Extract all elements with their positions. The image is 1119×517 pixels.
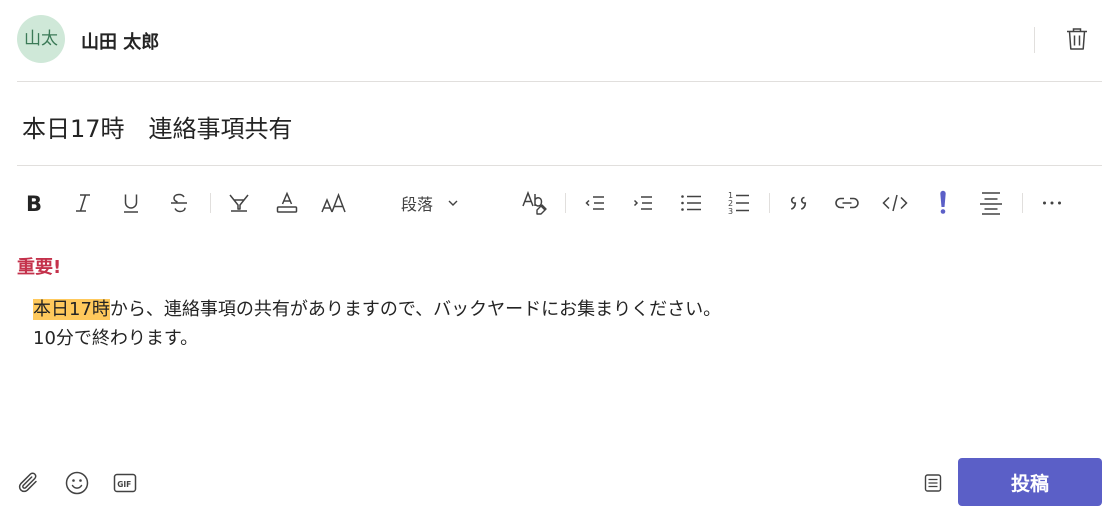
italic-icon [76, 194, 90, 212]
more-options-button[interactable] [1034, 184, 1070, 222]
message-body[interactable]: 本日17時から、連絡事項の共有がありますので、バックヤードにお集まりください。 … [33, 295, 721, 353]
message-text: から、連絡事項の共有がありますので、バックヤードにお集まりください。 [109, 299, 722, 320]
message-line: 本日17時から、連絡事項の共有がありますので、バックヤードにお集まりください。 [33, 295, 721, 324]
header-divider [1034, 27, 1035, 53]
attach-button[interactable] [14, 468, 44, 498]
paperclip-icon [18, 472, 37, 493]
paragraph-format-dropdown[interactable]: 段落 [401, 184, 459, 222]
highlighted-text: 本日17時 [33, 299, 110, 320]
bold-icon: B [26, 192, 42, 215]
highlight-button[interactable] [221, 184, 257, 222]
more-icon [1043, 201, 1061, 205]
decrease-indent-button[interactable] [577, 184, 613, 222]
avatar: 山太 [17, 15, 65, 63]
font-color-button[interactable] [269, 184, 305, 222]
italic-button[interactable] [65, 184, 101, 222]
paragraph-format-label: 段落 [401, 195, 434, 214]
delete-button[interactable] [1063, 25, 1091, 53]
font-color-icon [276, 191, 298, 213]
link-icon [835, 197, 859, 209]
toolbar-separator [210, 193, 211, 213]
svg-text:GIF: GIF [117, 480, 131, 489]
svg-text:3: 3 [728, 207, 733, 216]
align-icon [980, 192, 1002, 215]
importance-label: 重要! [17, 257, 62, 278]
spell-check-icon [522, 190, 547, 215]
bullet-list-icon [681, 195, 701, 211]
numbered-list-icon: 123 [728, 191, 749, 216]
align-button[interactable] [973, 184, 1009, 222]
emoji-icon [65, 471, 89, 495]
message-line: 10分で終わります。 [33, 328, 199, 349]
important-button[interactable] [925, 184, 961, 222]
divider [17, 165, 1102, 166]
link-button[interactable] [829, 184, 865, 222]
code-icon [882, 194, 908, 212]
strikethrough-button[interactable] [161, 184, 197, 222]
format-list-icon [924, 474, 942, 492]
underline-button[interactable] [113, 184, 149, 222]
strikethrough-icon [171, 193, 187, 213]
bullet-list-button[interactable] [673, 184, 709, 222]
decrease-indent-icon [585, 196, 604, 210]
toolbar-separator [565, 193, 566, 213]
gif-button[interactable]: GIF [110, 468, 140, 498]
trash-icon [1067, 28, 1087, 50]
chevron-down-icon [448, 200, 458, 206]
emoji-button[interactable] [62, 468, 92, 498]
increase-indent-icon [633, 196, 652, 210]
toolbar-separator [1022, 193, 1023, 213]
send-button[interactable]: 投稿 [958, 458, 1102, 506]
spell-check-button[interactable] [517, 184, 553, 222]
divider [17, 81, 1102, 82]
compose-header: 山太 山田 太郎 [17, 15, 1102, 65]
author-name: 山田 太郎 [81, 32, 160, 53]
format-options-button[interactable] [918, 468, 948, 498]
toolbar-separator [769, 193, 770, 213]
numbered-list-button[interactable]: 123 [721, 184, 757, 222]
highlight-icon [229, 194, 249, 212]
underline-icon [124, 194, 138, 213]
increase-indent-button[interactable] [625, 184, 661, 222]
gif-icon: GIF [113, 473, 137, 493]
font-size-button[interactable] [317, 184, 353, 222]
important-icon [940, 190, 946, 214]
code-button[interactable] [877, 184, 913, 222]
font-size-icon [321, 192, 346, 213]
subject-field[interactable]: 本日17時 連絡事項共有 [22, 109, 293, 144]
bold-button[interactable]: B [17, 184, 53, 222]
quote-button[interactable] [781, 184, 817, 222]
formatting-toolbar: B 段落 123 [17, 184, 1102, 222]
svg-text:B: B [26, 192, 42, 215]
quote-icon [790, 196, 807, 210]
